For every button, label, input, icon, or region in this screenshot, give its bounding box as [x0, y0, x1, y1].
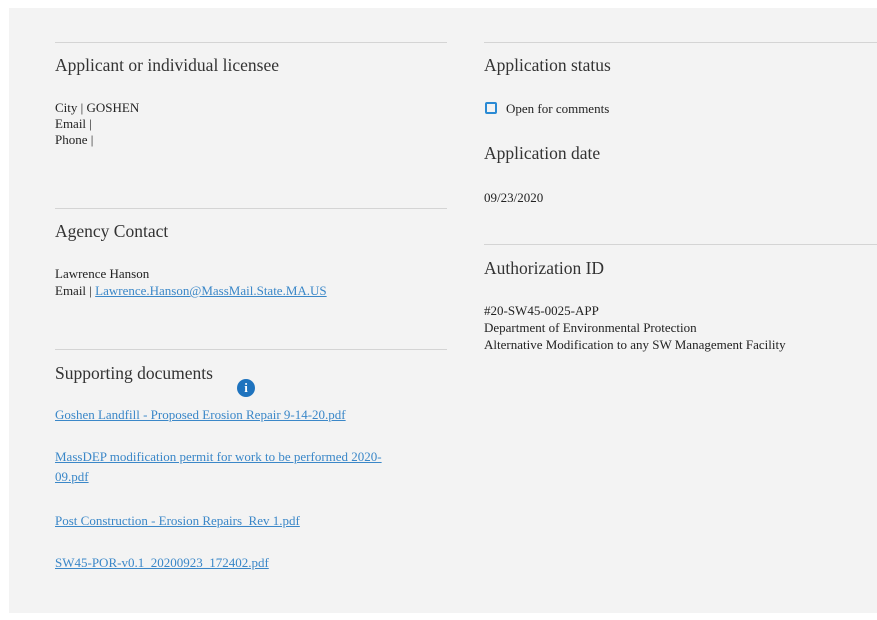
applicant-city: City | GOSHEN — [55, 100, 140, 115]
authorization-department: Department of Environmental Protection — [484, 320, 697, 335]
authorization-type: Alternative Modification to any SW Manag… — [484, 337, 786, 352]
agency-contact-section: Agency Contact Lawrence Hanson Email | L… — [55, 208, 447, 298]
applicant-email: Email | — [55, 116, 92, 131]
authorization-id: #20-SW45-0025-APP — [484, 303, 599, 318]
supporting-documents-heading: Supporting documents — [55, 363, 213, 383]
application-status-heading: Application status — [484, 55, 611, 75]
applicant-phone: Phone | — [55, 132, 94, 147]
info-icon[interactable]: i — [237, 379, 255, 397]
authorization-heading: Authorization ID — [484, 258, 605, 278]
document-link-2-cont[interactable]: 09.pdf — [55, 467, 89, 487]
application-date-heading: Application date — [484, 143, 601, 163]
open-status-icon — [485, 102, 497, 114]
applicant-heading: Applicant or individual licensee — [55, 55, 280, 75]
document-link-4[interactable]: SW45-POR-v0.1_20200923_172402.pdf — [55, 553, 269, 573]
authorization-section: Authorization ID #20-SW45-0025-APP Depar… — [484, 244, 877, 352]
agency-contact-heading: Agency Contact — [55, 221, 169, 241]
details-panel: Applicant or individual licensee City | … — [9, 8, 877, 613]
application-status-text: Open for comments — [506, 101, 610, 116]
agency-contact-email-link[interactable]: Lawrence.Hanson@MassMail.State.MA.US — [95, 283, 327, 298]
application-date-value: 09/23/2020 — [484, 190, 544, 205]
agency-contact-email-label: Email | — [55, 283, 96, 298]
document-link-3[interactable]: Post Construction - Erosion Repairs_Rev … — [55, 511, 300, 531]
application-status-section: Application status Open for comments App… — [484, 42, 877, 205]
agency-contact-email-row: Email | Lawrence.Hanson@MassMail.State.M… — [55, 283, 327, 299]
applicant-section: Applicant or individual licensee City | … — [55, 42, 447, 147]
document-link-2[interactable]: MassDEP modification permit for work to … — [55, 447, 382, 467]
supporting-documents-section: Supporting documents i Goshen Landfill -… — [55, 349, 447, 570]
document-link-1[interactable]: Goshen Landfill - Proposed Erosion Repai… — [55, 405, 346, 425]
agency-contact-name: Lawrence Hanson — [55, 266, 150, 281]
